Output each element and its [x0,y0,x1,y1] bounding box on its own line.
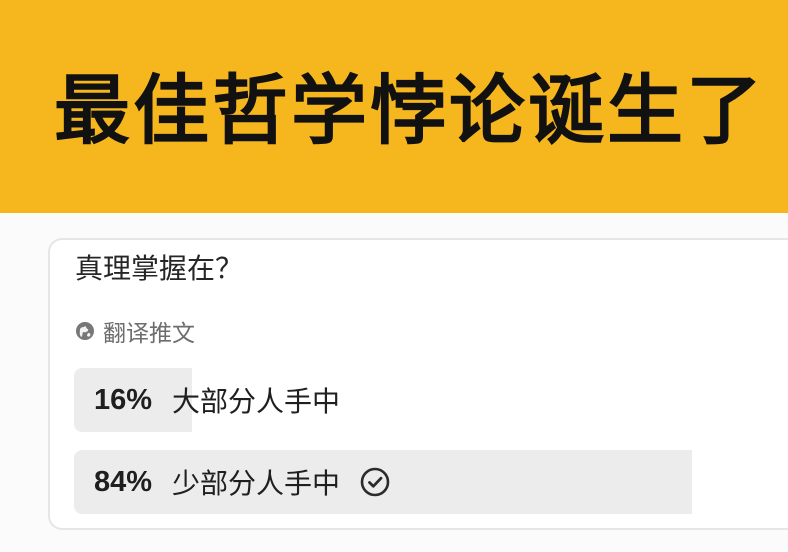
title-banner: 最佳哲学悖论诞生了 [0,0,788,213]
translate-label: 翻译推文 [103,321,195,347]
banner-title: 最佳哲学悖论诞生了 [54,66,765,155]
poll-percentage: 16% [94,383,153,416]
check-circle-icon [358,465,392,499]
poll-option-text: 84% 少部分人手中 [94,450,392,514]
translate-link[interactable]: 翻译推文 [75,314,195,348]
poll-option-minority[interactable]: 84% 少部分人手中 [74,450,788,514]
poll-option-majority[interactable]: 16% 大部分人手中 [74,368,788,432]
poll-card: 真理掌握在？ 翻译推文 16% 大部分人手中 84% 少部分人手中 [48,238,788,530]
poll-option-label: 大部分人手中 [172,385,341,418]
poll-option-label: 少部分人手中 [172,467,341,500]
poll-question: 真理掌握在？ [75,252,244,285]
poll-percentage: 84% [94,465,153,498]
globe-icon [75,321,95,341]
screenshot-page: 最佳哲学悖论诞生了 真理掌握在？ 翻译推文 16% 大部分人手中 84% 少部分… [0,0,788,552]
poll-option-text: 16% 大部分人手中 [94,368,340,432]
